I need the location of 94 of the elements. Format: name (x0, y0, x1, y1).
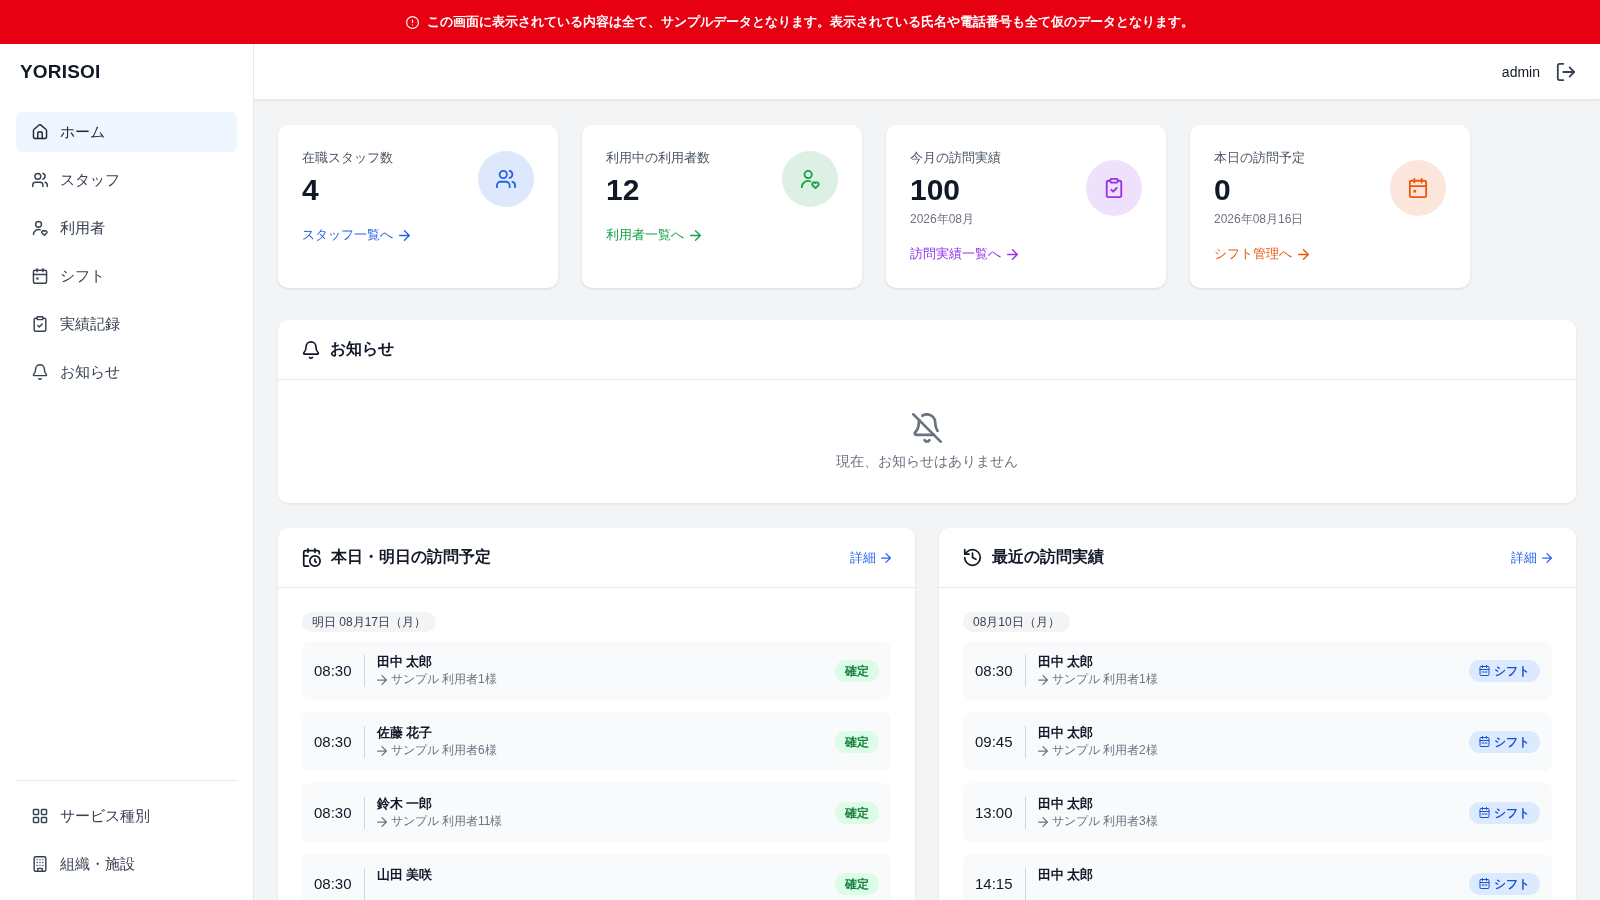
status-badge: 確定 (835, 659, 879, 682)
stat-label: 在職スタッフ数 (302, 149, 393, 167)
status-badge: 確定 (835, 801, 879, 824)
grid-icon (32, 808, 48, 824)
building-icon (32, 856, 48, 872)
client-name: サンプル 利用者11様 (390, 813, 503, 830)
card-link[interactable]: 訪問実績一覧へ (910, 245, 1018, 263)
stat-label: 今月の訪問実績 (910, 149, 1001, 167)
arrow-right-icon (1298, 248, 1309, 260)
nav-item[interactable]: シフト (16, 256, 237, 296)
arrow-right-icon (376, 674, 387, 685)
user-name: admin (1501, 63, 1540, 80)
client-name: サンプル 利用者1様 (1051, 671, 1158, 688)
visit-time: 14:15 (975, 875, 1013, 892)
visit-time: 08:30 (314, 733, 352, 750)
arrow-right-icon (1037, 816, 1048, 827)
app-logo: YORISOI (20, 61, 101, 83)
details-link[interactable]: 詳細 (1511, 548, 1552, 567)
nav-item[interactable]: 組織・施設 (16, 844, 237, 884)
status-label: シフト (1494, 733, 1530, 750)
home-icon (32, 124, 48, 140)
stat-value: 0 (1214, 172, 1232, 208)
arrow-right-icon (1037, 745, 1048, 756)
logout-icon[interactable] (1556, 61, 1576, 82)
calendar-icon (1479, 878, 1490, 889)
arrow-right-icon (376, 816, 387, 827)
status-label: シフト (1494, 662, 1530, 679)
visit-time: 08:30 (975, 662, 1013, 679)
calendar-icon (1479, 736, 1490, 747)
stat-value: 4 (302, 172, 320, 208)
status-label: シフト (1494, 875, 1530, 892)
nav-item[interactable]: ホーム (16, 112, 237, 152)
stat-period: 2026年08月 (910, 211, 976, 227)
bell-icon (302, 340, 320, 359)
card-link[interactable]: シフト管理へ (1214, 245, 1309, 263)
stat-value: 12 (606, 172, 641, 208)
nav-item[interactable]: お知らせ (16, 352, 237, 392)
calendar-icon (1479, 665, 1490, 676)
status-badge: 確定 (835, 730, 879, 753)
stat-label: 利用中の利用者数 (606, 149, 710, 167)
staff-name: 田中 太郎 (1037, 866, 1095, 884)
visit-time: 13:00 (975, 804, 1013, 821)
staff-name: 山田 美咲 (376, 866, 434, 884)
people-icon (32, 172, 48, 188)
client-name: サンプル 利用者3様 (1051, 813, 1158, 830)
details-link[interactable]: 詳細 (850, 548, 891, 567)
status-badge: 確定 (835, 872, 879, 895)
arrow-right-icon (1007, 248, 1018, 260)
nav-item[interactable]: スタッフ (16, 160, 237, 200)
panel-title: 本日・明日の訪問予定 (331, 547, 491, 567)
visit-time: 08:30 (314, 804, 352, 821)
calendar-icon (32, 268, 48, 284)
staff-name: 田中 太郎 (1037, 795, 1095, 813)
staff-name: 鈴木 一郎 (376, 795, 434, 813)
arrow-right-icon (690, 229, 701, 241)
calendar-clock-icon (302, 548, 321, 567)
visit-time: 09:45 (975, 733, 1013, 750)
panel-title: お知らせ (330, 339, 394, 359)
staff-name: 佐藤 花子 (376, 724, 434, 742)
staff-name: 田中 太郎 (1037, 724, 1095, 742)
nav-item[interactable]: サービス種別 (16, 796, 237, 836)
alert-icon (406, 15, 419, 29)
arrow-right-icon (376, 745, 387, 756)
bell-icon (32, 364, 48, 380)
empty-message: 現在、お知らせはありません (836, 452, 1018, 471)
nav-item[interactable]: 実績記録 (16, 304, 237, 344)
arrow-right-icon (1542, 552, 1552, 563)
calendar-icon (1479, 807, 1490, 818)
stat-period: 2026年08月16日 (1214, 211, 1305, 227)
stat-value: 100 (910, 172, 962, 208)
arrow-right-icon (1037, 674, 1048, 685)
date-chip: 08月10日（月） (963, 612, 1070, 632)
banner-message: この画面に表示されている内容は全て、サンプルデータとなります。表示されている氏名や電話番号も全て仮のデータとなります。 (427, 13, 1194, 31)
staff-name: 田中 太郎 (376, 653, 434, 671)
card-link[interactable]: スタッフ一覧へ (302, 226, 410, 244)
clipboard-check-icon (1086, 160, 1142, 216)
visit-time: 08:30 (314, 662, 352, 679)
clipboard-check-icon (32, 316, 48, 332)
arrow-right-icon (399, 229, 410, 241)
stat-label: 本日の訪問予定 (1214, 149, 1305, 167)
client-name: サンプル 利用者1様 (390, 671, 497, 688)
history-icon (963, 548, 982, 567)
calendar-icon (1390, 160, 1446, 216)
nav-item[interactable]: 利用者 (16, 208, 237, 248)
arrow-right-icon (881, 552, 891, 563)
panel-title: 最近の訪問実績 (992, 547, 1104, 567)
person-heart-icon (32, 220, 48, 236)
visit-time: 08:30 (314, 875, 352, 892)
staff-name: 田中 太郎 (1037, 653, 1095, 671)
client-name: サンプル 利用者6様 (390, 742, 497, 759)
client-name: サンプル 利用者2様 (1051, 742, 1158, 759)
status-label: シフト (1494, 804, 1530, 821)
bell-slash-icon (912, 413, 942, 443)
date-chip: 明日 08月17日（月） (302, 612, 437, 632)
